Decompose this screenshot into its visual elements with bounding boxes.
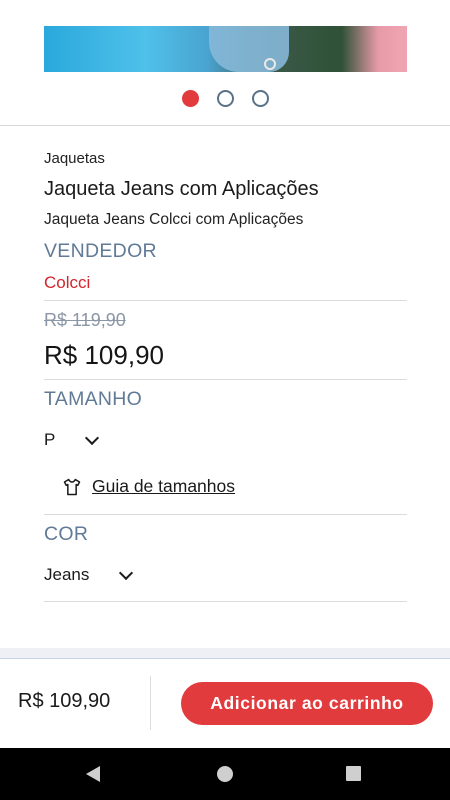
product-image-ring	[264, 58, 276, 70]
product-title: Jaqueta Jeans com Aplicações	[44, 178, 319, 200]
chevron-down-icon	[85, 430, 100, 445]
product-image[interactable]	[44, 26, 407, 72]
product-category: Jaquetas	[44, 150, 105, 167]
vertical-divider	[150, 676, 151, 730]
carousel-indicator	[182, 90, 269, 107]
color-select[interactable]: Jeans	[44, 565, 134, 585]
divider	[44, 601, 407, 602]
home-circle-icon[interactable]	[217, 766, 233, 782]
divider	[44, 514, 407, 515]
divider	[44, 379, 407, 380]
shirt-icon	[63, 478, 81, 495]
bottom-bar-shadow	[0, 648, 450, 658]
size-selected-value: P	[44, 430, 56, 449]
size-guide-label: Guia de tamanhos	[92, 476, 236, 496]
size-guide-link[interactable]: Guia de tamanhos	[62, 476, 235, 497]
back-triangle-icon[interactable]	[86, 766, 100, 782]
color-selected-value: Jeans	[44, 565, 90, 584]
recents-square-icon[interactable]	[346, 766, 361, 781]
divider	[0, 125, 450, 126]
vendor-name[interactable]: Colcci	[44, 273, 90, 293]
old-price: R$ 119,90	[44, 310, 126, 330]
product-description: Jaqueta Jeans Colcci com Aplicações	[44, 211, 304, 228]
color-heading: COR	[44, 523, 89, 545]
divider	[44, 300, 407, 301]
carousel-dot-3[interactable]	[252, 90, 269, 107]
size-select[interactable]: P	[44, 430, 100, 450]
size-heading: TAMANHO	[44, 388, 143, 410]
bottom-price: R$ 109,90	[18, 690, 111, 712]
product-image-detail	[209, 26, 289, 72]
carousel-dot-2[interactable]	[217, 90, 234, 107]
chevron-down-icon	[119, 565, 134, 580]
vendor-heading: VENDEDOR	[44, 240, 157, 262]
carousel-dot-1[interactable]	[182, 90, 199, 107]
current-price: R$ 109,90	[44, 340, 164, 370]
add-to-cart-button[interactable]: Adicionar ao carrinho	[181, 682, 433, 725]
